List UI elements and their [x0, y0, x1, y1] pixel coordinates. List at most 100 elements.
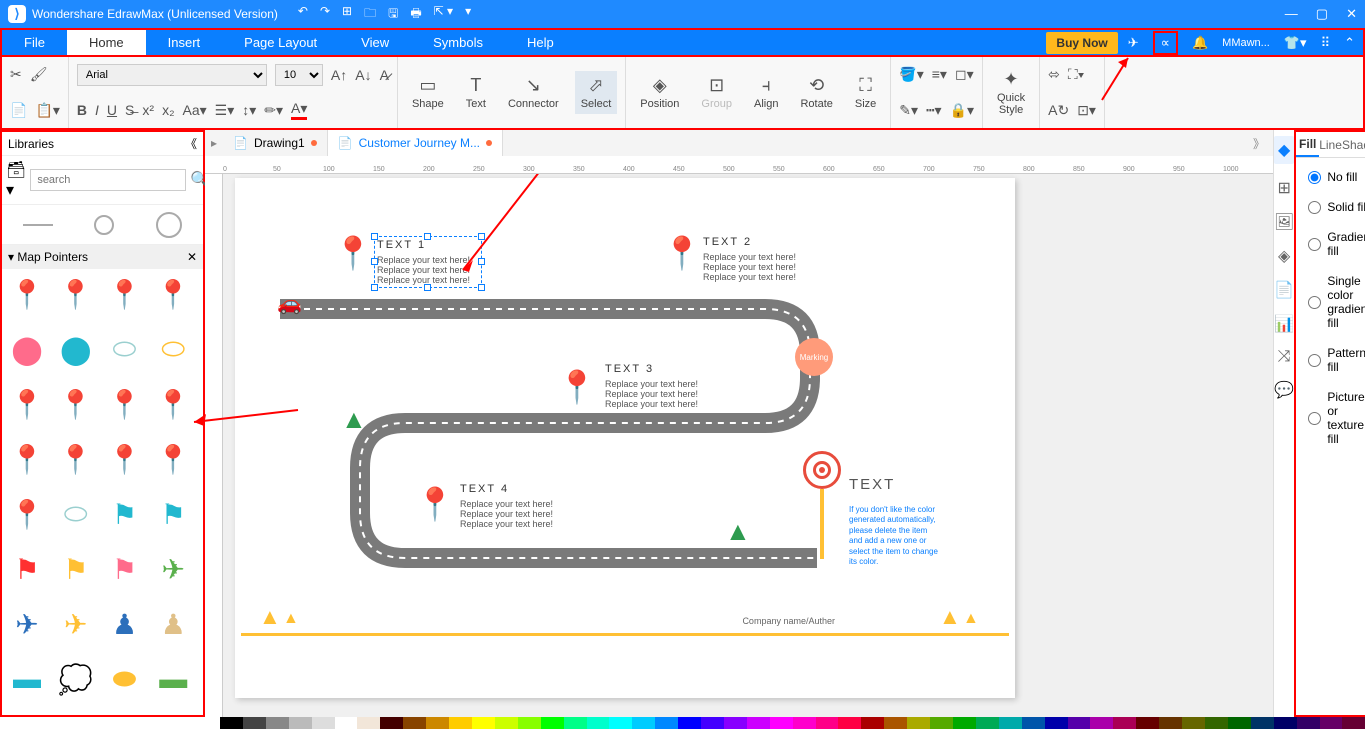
color-swatch[interactable]: [1205, 717, 1228, 729]
color-swatch[interactable]: [678, 717, 701, 729]
shuffle-panel-icon[interactable]: ⤨: [1278, 348, 1291, 366]
color-swatch[interactable]: [1068, 717, 1091, 729]
library-pin-8[interactable]: 📍: [8, 385, 46, 423]
bold-icon[interactable]: B: [77, 102, 87, 118]
library-section-header[interactable]: ▾ Map Pointers ✕: [2, 245, 203, 269]
fill-tab[interactable]: Fill: [1296, 132, 1319, 157]
color-swatch[interactable]: [1136, 717, 1159, 729]
gradient-fill-radio[interactable]: Gradient fill: [1308, 230, 1365, 258]
library-pin-31[interactable]: ▬: [154, 660, 192, 698]
outline-panel-icon[interactable]: 📄: [1274, 280, 1294, 300]
color-swatch[interactable]: [495, 717, 518, 729]
crop-icon[interactable]: ⛶▾: [1068, 66, 1085, 83]
library-pin-25[interactable]: ✈: [57, 605, 95, 643]
library-pin-29[interactable]: 💭: [57, 660, 95, 698]
chart-panel-icon[interactable]: 📊: [1274, 314, 1294, 334]
print-icon[interactable]: 🖶: [410, 4, 421, 25]
open-icon[interactable]: 🗀: [364, 4, 376, 25]
align-button[interactable]: ⫞Align: [748, 71, 784, 114]
export-icon[interactable]: ⇱ ▾: [434, 4, 453, 25]
color-swatch[interactable]: [357, 717, 380, 729]
line-shape[interactable]: [23, 224, 53, 226]
text-block-1[interactable]: TEXT 1 Replace your text here!Replace yo…: [374, 236, 482, 288]
tab-help[interactable]: Help: [505, 30, 576, 55]
map-pin-1[interactable]: 📍: [333, 234, 373, 272]
color-swatch[interactable]: [861, 717, 884, 729]
color-swatch[interactable]: [655, 717, 678, 729]
color-swatch[interactable]: [632, 717, 655, 729]
color-swatch[interactable]: [1297, 717, 1320, 729]
collapse-icon[interactable]: ⌃: [1344, 35, 1355, 51]
italic-icon[interactable]: I: [95, 102, 99, 118]
color-swatch[interactable]: [266, 717, 289, 729]
connector-button[interactable]: ↘Connector: [502, 71, 565, 114]
lock-icon[interactable]: 🔒▾: [950, 102, 974, 119]
color-swatch[interactable]: [1228, 717, 1251, 729]
new-icon[interactable]: ⊞: [342, 4, 352, 25]
library-pin-0[interactable]: 📍: [8, 275, 46, 313]
outline-icon[interactable]: ✎▾: [899, 102, 918, 119]
color-swatch[interactable]: [403, 717, 426, 729]
library-pin-26[interactable]: ♟: [106, 605, 144, 643]
library-pin-4[interactable]: ⬤: [8, 330, 46, 368]
color-swatch[interactable]: [999, 717, 1022, 729]
shadow-icon[interactable]: ◻▾: [955, 66, 974, 83]
color-swatch[interactable]: [472, 717, 495, 729]
list-icon[interactable]: ☰▾: [215, 102, 235, 119]
color-swatch[interactable]: [838, 717, 861, 729]
shape-button[interactable]: ▭Shape: [406, 71, 450, 114]
library-pin-23[interactable]: ✈: [154, 550, 192, 588]
library-pin-14[interactable]: 📍: [106, 440, 144, 478]
buy-now-button[interactable]: Buy Now: [1046, 32, 1117, 54]
comment-panel-icon[interactable]: 💬: [1274, 380, 1294, 400]
circle-shape-large[interactable]: [156, 212, 182, 238]
color-swatch[interactable]: [1090, 717, 1113, 729]
library-search-input[interactable]: [30, 169, 186, 191]
color-swatch[interactable]: [609, 717, 632, 729]
image-panel-icon[interactable]: 🖼: [1274, 212, 1294, 232]
select-button[interactable]: ⬀Select: [575, 71, 618, 114]
color-swatch[interactable]: [335, 717, 358, 729]
color-swatch[interactable]: [884, 717, 907, 729]
shrink-font-icon[interactable]: A↓: [355, 67, 371, 83]
color-swatch[interactable]: [312, 717, 335, 729]
color-swatch[interactable]: [380, 717, 403, 729]
apps-icon[interactable]: ⠿: [1321, 35, 1331, 51]
shadow-tab[interactable]: Shadow: [1342, 132, 1365, 157]
close-icon[interactable]: ✕: [1346, 6, 1357, 22]
color-swatch[interactable]: [1113, 717, 1136, 729]
library-pin-30[interactable]: ⬬: [106, 660, 144, 698]
single-gradient-radio[interactable]: Single color gradient fill: [1308, 274, 1365, 330]
text-block-2[interactable]: TEXT 2 Replace your text here!Replace yo…: [703, 236, 796, 282]
color-swatch[interactable]: [1251, 717, 1274, 729]
library-pin-28[interactable]: ▬: [8, 660, 46, 698]
map-pin-3[interactable]: 📍: [557, 368, 597, 406]
color-swatch[interactable]: [1159, 717, 1182, 729]
same-width-icon[interactable]: ⬄: [1048, 66, 1060, 83]
spacing-icon[interactable]: ↕▾: [242, 102, 256, 119]
library-pin-7[interactable]: ⬭: [154, 330, 192, 368]
target-pin[interactable]: [803, 451, 841, 559]
user-label[interactable]: MMawn...: [1222, 37, 1270, 49]
save-icon[interactable]: 🖫: [388, 4, 398, 25]
library-pin-24[interactable]: ✈: [8, 605, 46, 643]
color-swatch[interactable]: [1045, 717, 1068, 729]
color-swatch[interactable]: [701, 717, 724, 729]
canvas[interactable]: 🚗 📍 📍 📍 📍 Marking ▲ ▲ ▲: [223, 174, 1273, 717]
doc-tab-2[interactable]: 📄Customer Journey M...: [328, 130, 503, 156]
tab-list-icon[interactable]: ▸: [205, 136, 223, 150]
library-pin-11[interactable]: 📍: [154, 385, 192, 423]
color-swatch[interactable]: [1022, 717, 1045, 729]
library-pin-22[interactable]: ⚑: [106, 550, 144, 588]
color-swatch[interactable]: [518, 717, 541, 729]
line-style-icon[interactable]: ≡▾: [932, 66, 947, 83]
color-swatch[interactable]: [724, 717, 747, 729]
group-button[interactable]: ⊡Group: [695, 71, 738, 114]
library-pin-17[interactable]: ⬭: [57, 495, 95, 533]
convert-icon[interactable]: ⊡▾: [1077, 102, 1096, 119]
color-swatch[interactable]: [1182, 717, 1205, 729]
library-pin-13[interactable]: 📍: [57, 440, 95, 478]
grid-panel-icon[interactable]: ⊞: [1277, 178, 1290, 198]
color-swatch[interactable]: [816, 717, 839, 729]
quick-style-button[interactable]: ✦Quick Style: [991, 65, 1031, 120]
